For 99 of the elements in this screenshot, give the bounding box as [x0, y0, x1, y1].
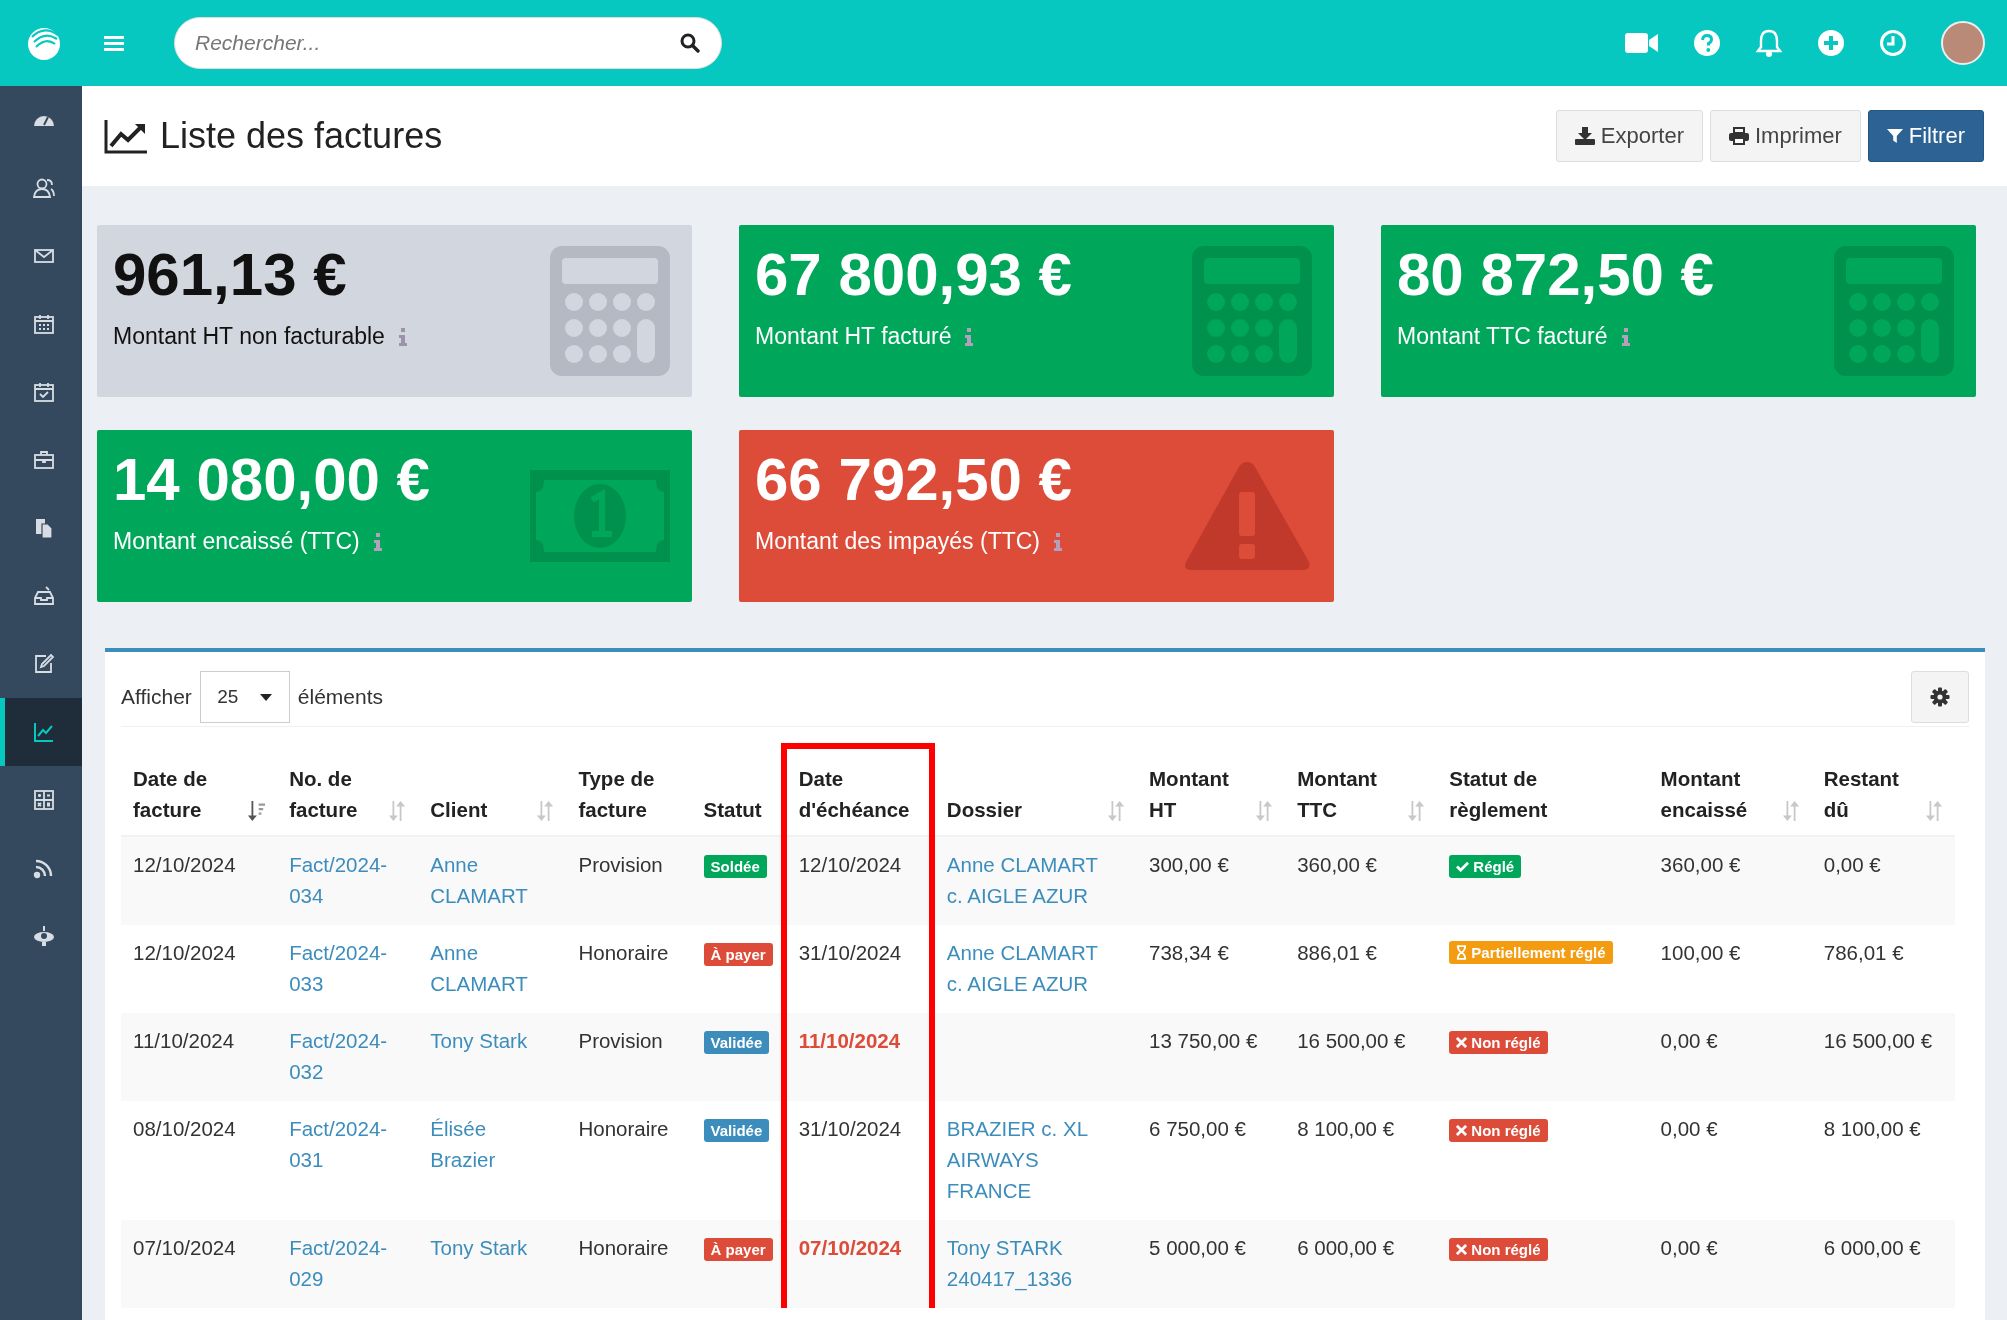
status-badge: À payer [703, 1238, 773, 1261]
search-field[interactable]: Rechercher... [174, 17, 722, 69]
invoice-number-link[interactable]: Fact/2024-031 [289, 1113, 398, 1175]
payment-status-badge: Non réglé [1449, 1119, 1548, 1142]
users-icon [31, 176, 56, 200]
stat-value: 961,13 € [113, 240, 348, 310]
amount-cell: 13 750,00 € [1137, 1013, 1286, 1101]
due-date-cell: 11/10/2024 [783, 1013, 932, 1101]
avatar[interactable] [1941, 21, 1985, 65]
line-chart-icon [104, 118, 148, 154]
caret-icon [260, 693, 273, 701]
calendar-icon [31, 312, 56, 336]
sort-descending-icon [247, 801, 266, 821]
amount-cell: 16 500,00 € [1811, 1013, 1955, 1101]
status-badge: Soldée [703, 855, 767, 878]
amount-cell: 0,00 € [1648, 1220, 1812, 1308]
calculator-icon [550, 246, 670, 376]
client-link[interactable]: Élisée Brazier [430, 1113, 539, 1175]
due-date-cell: 07/10/2024 [783, 1220, 932, 1308]
amount-cell: 786,01 € [1811, 925, 1955, 1013]
sort-icon [536, 801, 555, 821]
status-badge: À payer [703, 943, 773, 966]
download-icon [1574, 127, 1595, 145]
length-label: Afficher [121, 685, 192, 709]
sort-icon [1925, 801, 1943, 821]
cross-icon [1456, 1037, 1468, 1048]
stat-label: Montant HT facturé [755, 323, 952, 350]
amount-cell: 6 750,00 € [1137, 1101, 1286, 1220]
satellite-icon [31, 924, 56, 948]
filter-icon [1886, 128, 1903, 144]
sort-icon [1407, 801, 1426, 821]
amount-cell: 738,34 € [1137, 925, 1286, 1013]
chart-icon [31, 720, 56, 744]
amount-cell: 6 000,00 € [1285, 1220, 1438, 1308]
case-link[interactable]: Anne CLAMART c. AIGLE AZUR [946, 937, 1109, 999]
filter-button[interactable]: Filtrer [1867, 110, 1984, 162]
invoice-date-cell: 07/10/2024 [121, 1220, 278, 1308]
printer-icon [1729, 127, 1749, 145]
stat-label: Montant TTC facturé [1397, 323, 1608, 350]
invoice-date-cell: 11/10/2024 [121, 1013, 278, 1101]
search-icon[interactable] [680, 33, 700, 53]
invoice-type-cell: Honoraire [566, 1220, 692, 1308]
calendar-check-icon [31, 380, 56, 404]
status-badge: Validée [703, 1119, 770, 1142]
payment-status-badge: Non réglé [1449, 1238, 1548, 1261]
client-link[interactable]: Anne CLAMART [430, 937, 539, 999]
amount-cell: 360,00 € [1285, 836, 1438, 925]
amount-cell: 5 000,00 € [1137, 1220, 1286, 1308]
page-size-select[interactable]: 25 [199, 671, 290, 723]
invoice-date-cell: 08/10/2024 [121, 1101, 278, 1220]
amount-cell: 8 100,00 € [1811, 1101, 1955, 1220]
stat-value: 14 080,00 € [113, 445, 431, 515]
sort-icon [1107, 801, 1126, 821]
invoice-date-cell: 12/10/2024 [121, 836, 278, 925]
status-badge: Validée [703, 1031, 770, 1054]
invoice-type-cell: Honoraire [566, 1101, 692, 1220]
cross-icon [1456, 1244, 1468, 1255]
amount-cell: 300,00 € [1137, 836, 1286, 925]
check-icon [1456, 861, 1470, 872]
amount-cell: 0,00 € [1648, 1013, 1812, 1101]
sidebar-item[interactable] [0, 698, 82, 766]
settings-button[interactable] [1911, 671, 1969, 723]
invoice-type-cell: Provision [566, 836, 692, 925]
sort-icon [1781, 801, 1800, 821]
due-date-cell: 12/10/2024 [783, 836, 932, 925]
stat-value: 80 872,50 € [1397, 240, 1715, 310]
sort-icon [388, 801, 407, 821]
case-link[interactable]: BRAZIER c. XL AIRWAYS FRANCE [946, 1113, 1109, 1206]
amount-cell: 100,00 € [1648, 925, 1812, 1013]
stat-label: Montant encaissé (TTC) [113, 528, 360, 555]
invoice-type-cell: Honoraire [566, 925, 692, 1013]
export-button[interactable]: Exporter [1555, 110, 1703, 162]
amount-cell: 16 500,00 € [1285, 1013, 1438, 1101]
briefcase-icon [31, 448, 56, 472]
page-title: Liste des factures [160, 115, 443, 157]
stat-label: Montant des impayés (TTC) [755, 528, 1041, 555]
print-button[interactable]: Imprimer [1710, 110, 1861, 162]
amount-cell: 360,00 € [1648, 836, 1812, 925]
calculator-icon [31, 788, 56, 812]
length-label: éléments [297, 685, 384, 709]
payment-status-badge: Partiellement réglé [1449, 941, 1613, 964]
stat-value: 67 800,93 € [755, 240, 1073, 310]
tray-icon [31, 584, 56, 608]
amount-cell: 886,01 € [1285, 925, 1438, 1013]
invoice-number-link[interactable]: Fact/2024-033 [289, 937, 398, 999]
amount-cell: 0,00 € [1811, 836, 1955, 925]
settings-icon [1930, 687, 1950, 707]
amount-cell: 6 000,00 € [1811, 1220, 1955, 1308]
invoice-date-cell: 12/10/2024 [121, 925, 278, 1013]
amount-cell: 0,00 € [1648, 1101, 1812, 1220]
amount-cell: 8 100,00 € [1285, 1101, 1438, 1220]
cross-icon [1456, 1125, 1468, 1136]
payment-status-badge: Réglé [1449, 855, 1522, 878]
stat-label: Montant HT non facturable [113, 323, 385, 350]
stat-value: 66 792,50 € [755, 445, 1073, 515]
payment-status-badge: Non réglé [1449, 1031, 1548, 1054]
hourglass-icon [1456, 945, 1468, 960]
sort-icon [1255, 801, 1274, 821]
invoice-type-cell: Provision [566, 1013, 692, 1101]
